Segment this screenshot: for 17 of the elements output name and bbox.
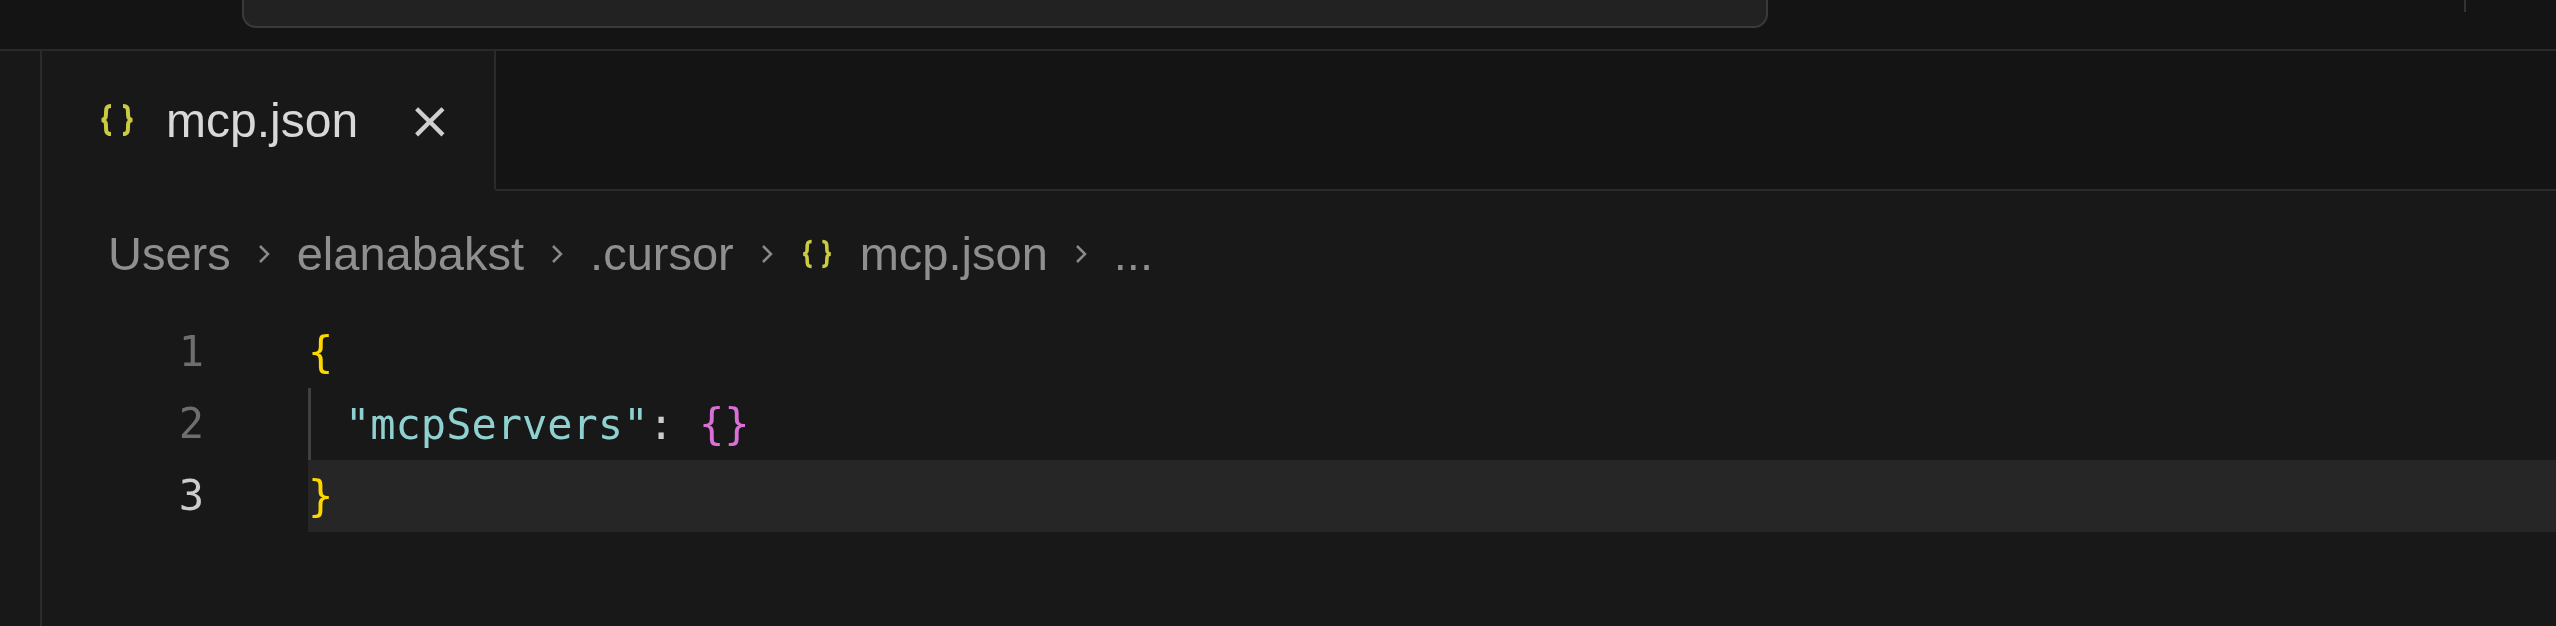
chevron-icon xyxy=(256,242,271,265)
breadcrumb-item[interactable]: ... xyxy=(1113,226,1153,281)
line-number: 3 xyxy=(177,470,204,522)
code-line: } xyxy=(308,471,334,521)
breadcrumb-item[interactable]: Users xyxy=(108,226,231,281)
chevron-icon xyxy=(759,242,774,265)
chevron-icon xyxy=(1073,242,1088,265)
breadcrumb-item[interactable]: mcp.json xyxy=(859,226,1048,281)
breadcrumb-item[interactable]: elanabakst xyxy=(296,226,525,281)
code-line: { xyxy=(308,327,334,377)
close-button[interactable]: × xyxy=(400,94,460,146)
chevron-icon xyxy=(550,242,565,265)
line-number: 1 xyxy=(177,326,204,378)
breadcrumb-item[interactable]: .cursor xyxy=(590,226,734,281)
code-line: "mcpServers": {} xyxy=(345,399,750,449)
line-number: 2 xyxy=(177,398,204,450)
indent-guide xyxy=(308,388,311,460)
